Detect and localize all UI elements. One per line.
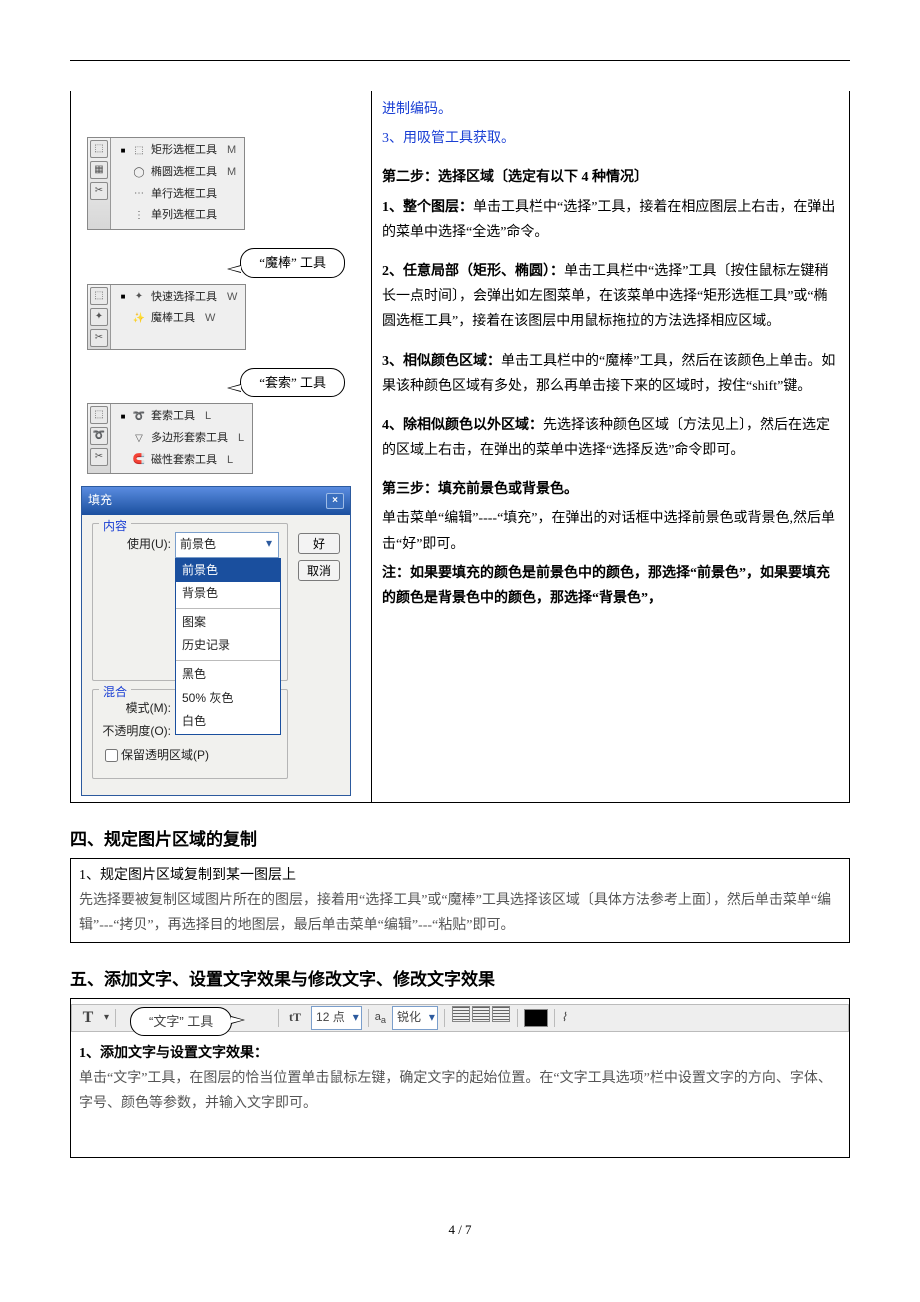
section-4-title: 四、规定图片区域的复制 — [70, 825, 850, 856]
flyout-item[interactable]: ■✦快速选择工具W — [115, 287, 241, 309]
wand-callout: “魔棒” 工具 — [240, 248, 345, 277]
combo-option[interactable]: 图案 — [176, 611, 280, 635]
flyout-item[interactable]: ⋯单行选框工具 — [115, 184, 240, 206]
preserve-transparency-checkbox[interactable] — [105, 749, 118, 762]
flyout-item[interactable]: ▽多边形套索工具L — [115, 428, 248, 450]
combo-option[interactable]: 50% 灰色 — [176, 687, 280, 711]
step3-title: 第三步：填充前景色或背景色。 — [382, 477, 839, 502]
group-blend-legend: 混合 — [99, 682, 131, 704]
preserve-label: 保留透明区域(P) — [121, 745, 209, 767]
flyout-item[interactable]: ⋮单列选框工具 — [115, 205, 240, 227]
fill-dialog-title: 填充 — [88, 490, 112, 512]
two-column-box: ⬚▦✂ ■⬚矩形选框工具M ◯椭圆选框工具M ⋯单行选框工具 ⋮单列选框工具 “… — [70, 91, 850, 803]
group-content-legend: 内容 — [99, 516, 131, 538]
section-4-box: 1、规定图片区域复制到某一图层上 先选择要被复制区域图片所在的图层，接着用“选择… — [70, 858, 850, 944]
antialias-combo[interactable]: 锐化 — [392, 1006, 438, 1030]
flyout-item[interactable]: ◯椭圆选框工具M — [115, 162, 240, 184]
font-size-icon: tT — [285, 1007, 305, 1029]
opacity-label: 不透明度(O): — [101, 721, 175, 743]
step2-title: 第二步：选择区域〔选定有以下 4 种情况〕 — [382, 165, 839, 190]
fill-dialog-titlebar: 填充 × — [82, 487, 350, 515]
text-color-swatch[interactable] — [524, 1009, 548, 1027]
use-combo-list: 前景色 背景色 图案 历史记录 黑色 50% 灰色 白色 — [175, 558, 281, 735]
font-size-combo[interactable]: 12 点 — [311, 1006, 362, 1030]
align-buttons[interactable] — [451, 1006, 511, 1030]
combo-option[interactable]: 黑色 — [176, 663, 280, 687]
section-5-title: 五、添加文字、设置文字效果与修改文字、修改文字效果 — [70, 965, 850, 996]
combo-option[interactable]: 背景色 — [176, 582, 280, 606]
cancel-button[interactable]: 取消 — [298, 560, 340, 581]
combo-option[interactable]: 历史记录 — [176, 634, 280, 658]
wand-flyout: ⬚✦✂ ■✦快速选择工具W ✨魔棒工具W — [87, 284, 246, 350]
flyout-item[interactable]: ✨魔棒工具W — [115, 308, 241, 330]
section-5-sub: 1、添加文字与设置文字效果： — [79, 1041, 841, 1066]
lasso-callout: “套索” 工具 — [240, 368, 345, 397]
orientation-icon[interactable]: ▾ — [104, 1009, 109, 1027]
fill-dialog: 填充 × 内容 使用(U): 前景色 前景色 — [81, 486, 351, 796]
combo-option[interactable]: 前景色 — [176, 559, 280, 583]
aa-icon: aa — [375, 1008, 386, 1029]
lasso-flyout: ⬚➰✂ ■➰套索工具L ▽多边形套索工具L 🧲磁性套索工具L — [87, 403, 253, 474]
marquee-flyout: ⬚▦✂ ■⬚矩形选框工具M ◯椭圆选框工具M ⋯单行选框工具 ⋮单列选框工具 — [87, 137, 245, 230]
warp-text-icon[interactable]: ⌇ — [561, 1007, 567, 1029]
right-line: 进制编码。 — [382, 97, 839, 122]
close-icon[interactable]: × — [326, 493, 344, 509]
right-line: 3、用吸管工具获取。 — [382, 126, 839, 151]
section-4-body: 先选择要被复制区域图片所在的图层，接着用“选择工具”或“魔棒”工具选择该区域〔具… — [79, 888, 841, 938]
text-tool-icon[interactable]: T — [78, 1004, 98, 1033]
ok-button[interactable]: 好 — [298, 533, 340, 554]
combo-option[interactable]: 白色 — [176, 710, 280, 734]
text-tool-callout: “文字” 工具 — [130, 1007, 232, 1036]
text-toolbar: T ▾ “文字” 工具 tT 12 点 aa 锐化 ⌇ — [71, 1004, 849, 1032]
flyout-item[interactable]: 🧲磁性套索工具L — [115, 450, 248, 472]
section-5-body: 单击“文字”工具，在图层的恰当位置单击鼠标左键，确定文字的起始位置。在“文字工具… — [79, 1066, 841, 1116]
flyout-item[interactable]: ■➰套索工具L — [115, 406, 248, 428]
section-4-sub: 1、规定图片区域复制到某一图层上 — [79, 863, 841, 888]
page-number: 4 / 7 — [70, 1218, 850, 1241]
top-rule — [70, 60, 850, 61]
note: 注：如果要填充的颜色是前景色中的颜色，那选择“前景色”，如果要填充的颜色是背景色… — [382, 561, 839, 611]
flyout-item[interactable]: ■⬚矩形选框工具M — [115, 140, 240, 162]
use-combo[interactable]: 前景色 — [175, 532, 279, 558]
